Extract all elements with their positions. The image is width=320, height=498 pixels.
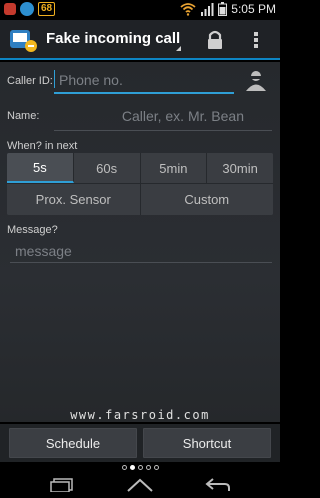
time-option-60s[interactable]: 60s	[73, 153, 141, 183]
caller-id-underline	[54, 92, 234, 94]
contact-picker-icon[interactable]	[244, 68, 268, 92]
app-logo-icon[interactable]	[8, 26, 38, 54]
watermark-text: www.farsroid.com	[70, 408, 210, 422]
page-dot	[145, 464, 151, 470]
time-option-5s[interactable]: 5s	[7, 153, 74, 183]
message-input[interactable]: message	[10, 238, 272, 263]
app-title[interactable]: Fake incoming call	[46, 30, 180, 47]
time-selector-group: 5s 60s 5min 30min Prox. Sensor Custom	[7, 153, 273, 215]
navigation-bar	[0, 472, 280, 498]
page-dot	[121, 464, 127, 470]
time-options-row: 5s 60s 5min 30min	[7, 153, 273, 183]
page-dot	[137, 464, 143, 470]
status-bar-right: 5:05 PM	[180, 2, 276, 16]
custom-option[interactable]: Custom	[140, 184, 273, 215]
overflow-menu-icon[interactable]	[252, 30, 260, 50]
page-dot-active	[129, 464, 135, 470]
email-icon	[4, 3, 16, 15]
shortcut-button[interactable]: Shortcut	[143, 428, 271, 458]
recent-apps-icon[interactable]	[50, 478, 74, 493]
message-underline	[10, 262, 272, 263]
battery-icon	[218, 2, 228, 16]
name-placeholder: Caller, ex. Mr. Bean	[121, 108, 244, 124]
prox-sensor-option[interactable]: Prox. Sensor	[7, 184, 141, 215]
signal-icon	[201, 3, 214, 16]
battery-level-badge: 68	[38, 2, 56, 16]
time-option-5min[interactable]: 5min	[140, 153, 208, 183]
status-time: 5:05 PM	[231, 2, 276, 16]
message-placeholder: message	[15, 243, 72, 259]
bottom-button-bar: Schedule Shortcut	[0, 424, 280, 462]
wifi-icon	[180, 3, 196, 16]
caller-id-label: Caller ID:	[7, 75, 53, 87]
name-input[interactable]: Caller, ex. Mr. Bean	[54, 104, 272, 131]
time-option-30min[interactable]: 30min	[207, 153, 273, 183]
sync-icon	[20, 2, 34, 16]
page-dot	[153, 464, 159, 470]
when-label: When? in next	[7, 140, 78, 152]
page-indicator	[0, 462, 280, 472]
action-bar: Fake incoming call	[0, 20, 280, 60]
trigger-options-row: Prox. Sensor Custom	[7, 184, 273, 215]
form-panel: Caller ID: Phone no. Name: Caller, ex. M…	[0, 62, 280, 422]
text-cursor	[54, 70, 55, 88]
caller-id-placeholder: Phone no.	[59, 72, 123, 88]
home-icon[interactable]	[126, 477, 154, 493]
status-bar: 68 5:05 PM	[0, 0, 280, 20]
name-label: Name:	[7, 110, 40, 122]
message-label: Message?	[7, 224, 58, 236]
lock-icon[interactable]	[205, 29, 225, 51]
spinner-caret-icon	[176, 46, 181, 51]
back-icon[interactable]	[205, 477, 231, 493]
name-underline	[54, 130, 272, 131]
schedule-button[interactable]: Schedule	[9, 428, 137, 458]
caller-id-input[interactable]: Phone no.	[54, 68, 234, 94]
status-bar-left: 68	[4, 2, 56, 16]
